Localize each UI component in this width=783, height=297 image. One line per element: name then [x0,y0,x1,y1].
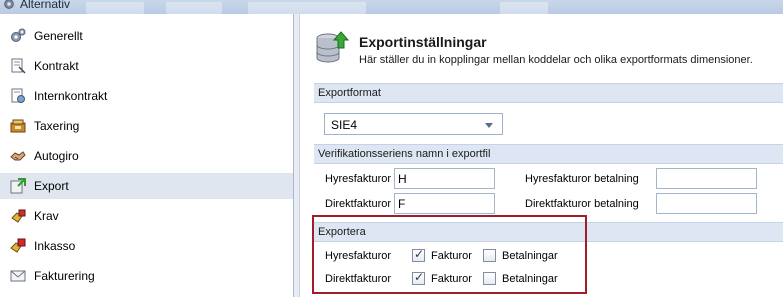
page-title: Exportinställningar [359,34,487,50]
sidebar-item-label: Taxering [34,119,80,133]
sidebar-item-label: Export [34,179,69,193]
sidebar-item-internkontrakt[interactable]: Internkontrakt [0,83,293,109]
hyres-betalning-input[interactable] [656,168,757,189]
demand-icon [11,209,26,223]
collection-icon [10,238,26,253]
section-label: Verifikationsseriens namn i exportfil [318,148,491,160]
sidebar-item-label: Autogiro [34,149,79,163]
sidebar: Generellt Kontrakt Internkontrakt Taxeri… [0,14,294,297]
database-export-icon [316,31,349,63]
splitter[interactable] [294,14,300,297]
sidebar-item-label: Fakturering [34,269,95,283]
hyresfakturor-label: Hyresfakturor [325,173,392,185]
toolbar-ghost [500,2,548,14]
sidebar-item-label: Inkasso [34,239,76,253]
internal-contract-icon [11,88,25,103]
toolbar-ghost [86,2,144,14]
direktfakturor-series-input[interactable] [394,193,495,214]
handshake-icon [10,151,26,161]
main-panel: Exportinställningar Här ställer du in ko… [301,14,783,297]
section-verifikationsserie: Verifikationsseriens namn i exportfil [314,144,783,164]
export-icon [10,178,26,194]
section-exportformat: Exportformat [314,83,783,103]
toolbar-ghost [166,2,222,14]
chevron-down-icon[interactable] [485,123,493,128]
exportera-highlight-box [312,215,587,294]
page-subtitle: Här ställer du in kopplingar mellan kodd… [359,54,753,66]
sidebar-item-label: Generellt [34,29,83,43]
direkt-betalning-label: Direktfakturor betalning [525,198,639,210]
direkt-betalning-input[interactable] [656,193,757,214]
hyres-betalning-label: Hyresfakturor betalning [525,173,639,185]
envelope-icon [10,270,26,282]
sidebar-item-label: Internkontrakt [34,89,108,103]
sidebar-item-krav[interactable]: Krav [0,203,293,229]
gear-icon [4,0,14,9]
section-label: Exportformat [318,87,381,99]
sidebar-item-label: Krav [34,209,59,223]
sidebar-item-autogiro[interactable]: Autogiro [0,143,293,169]
contract-icon [11,58,26,74]
sidebar-item-label: Kontrakt [34,59,79,73]
taxation-icon [10,119,26,133]
window-title: Alternativ [20,0,71,11]
dropdown-value: SIE4 [331,118,358,132]
toolbar-ghost [248,2,366,14]
sidebar-item-generellt[interactable]: Generellt [0,23,293,49]
sidebar-item-kontrakt[interactable]: Kontrakt [0,53,293,79]
sidebar-item-taxering[interactable]: Taxering [0,113,293,139]
hyresfakturor-series-input[interactable] [394,168,495,189]
gear-icon [11,28,26,42]
title-bar: Alternativ [0,0,783,14]
sidebar-item-export[interactable]: Export [0,173,293,199]
sidebar-item-inkasso[interactable]: Inkasso [0,233,293,259]
direktfakturor-label: Direktfakturor [325,198,392,210]
export-format-dropdown[interactable]: SIE4 [324,113,503,135]
sidebar-item-fakturering[interactable]: Fakturering [0,263,293,289]
